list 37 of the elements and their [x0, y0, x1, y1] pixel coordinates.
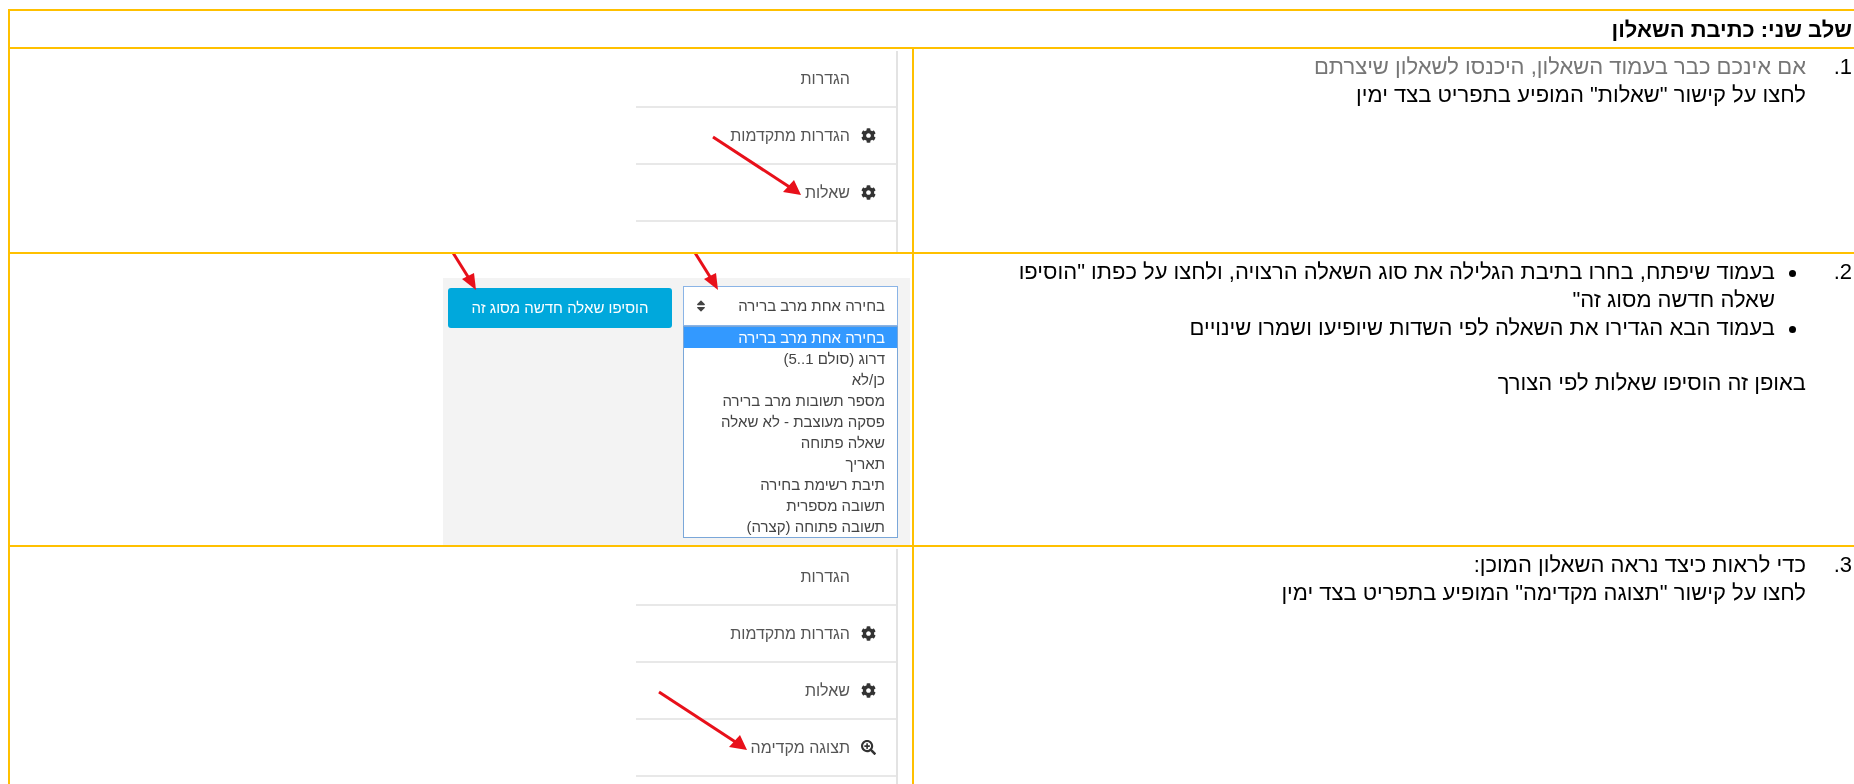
bullet-icon [1789, 326, 1796, 333]
arrow-icon [657, 690, 747, 750]
instruction-text: בעמוד הבא הגדירו את השאלה לפי השדות שיופיעו ושמרו שינויים [1188, 314, 1775, 342]
bullet-icon [1789, 270, 1796, 277]
zoom-in-icon [860, 740, 876, 755]
gear-icon [860, 626, 876, 641]
menu-item[interactable]: הגדרות מתקדמות [730, 624, 850, 642]
step-number: 1. [1832, 53, 1853, 81]
section-heading: שלב שני: כתיבת השאלון [1611, 15, 1852, 44]
option[interactable]: דרוג (סולם 1..5) [684, 348, 897, 369]
select-field[interactable]: בחירה אחת מרב ברירה [683, 286, 898, 326]
instruction-text: באופן זה הוסיפו שאלות לפי הצורך [1496, 369, 1806, 397]
step-number: 2. [1832, 258, 1853, 286]
menu-item[interactable]: הגדרות [800, 69, 850, 87]
menu-item[interactable]: שאלות [804, 183, 850, 201]
menu-item[interactable]: הגדרות [800, 567, 850, 585]
gear-icon [860, 128, 876, 143]
option[interactable]: שאלה פתוחה [684, 432, 897, 453]
gear-icon [860, 683, 876, 698]
menu-item[interactable]: שאלות [804, 681, 850, 699]
gear-icon [860, 185, 876, 200]
option[interactable]: פסקה מעוצבת - לא שאלה [684, 411, 897, 432]
option[interactable]: תאריך [684, 453, 897, 474]
step-number: 3. [1832, 551, 1853, 579]
menu-item[interactable]: הגדרות מתקדמות [730, 126, 850, 144]
menu-item[interactable]: תצוגה מקדימה [750, 738, 850, 756]
sort-icon [696, 299, 706, 313]
option[interactable]: מספר תשובות מרב ברירה [684, 390, 897, 411]
instruction-text: כדי לראות כיצד נראה השאלון המוכן: [1472, 551, 1806, 579]
option[interactable]: כן/לא [684, 369, 897, 390]
option[interactable]: תיבת רשימת בחירה [684, 474, 897, 495]
option[interactable]: תשובה פתוחה (קצרה) [684, 516, 897, 537]
instruction-text: בעמוד שיפתח, בחרו בתיבת הגלילה את סוג השאלה הרצויה, ולחצו על כפתו "הוסיפו שאלה חדשה מסוג זה" [1017, 258, 1775, 314]
instruction-text: אם אינכם כבר בעמוד השאלון, היכנסו לשאלון שיצרתם [1313, 53, 1806, 81]
option[interactable]: תשובה מספרית [684, 495, 897, 516]
instruction-text: לחצו על קישור "תצוגה מקדימה" המופיע בתפריט בצד ימין [1281, 579, 1806, 607]
instruction-text: לחצו על קישור "שאלות" המופיע בתפריט בצד ימין [1355, 81, 1806, 109]
